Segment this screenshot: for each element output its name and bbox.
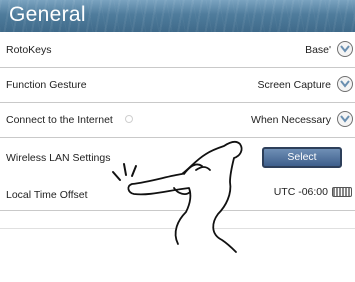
pointing-hand-icon: [112, 140, 243, 253]
